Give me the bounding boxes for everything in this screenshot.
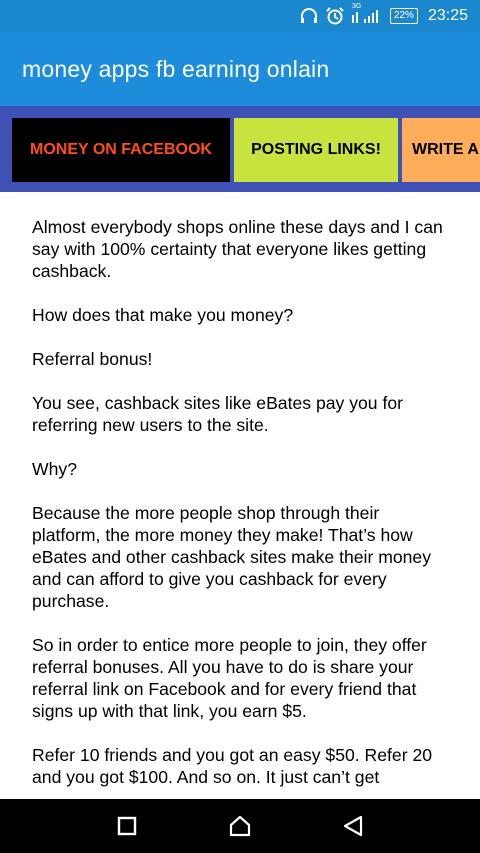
recents-square-icon[interactable] bbox=[103, 802, 151, 850]
home-icon[interactable] bbox=[216, 802, 264, 850]
article-content[interactable]: Almost everybody shops online these days… bbox=[0, 192, 480, 799]
tab-money-on-facebook[interactable]: MONEY ON FACEBOOK bbox=[12, 118, 230, 182]
app-title: money apps fb earning onlain bbox=[22, 55, 330, 82]
tab-strip: MONEY ON FACEBOOK POSTING LINKS! WRITE A bbox=[0, 106, 480, 192]
status-bar: 3G 22% 23:25 bbox=[0, 0, 480, 32]
back-triangle-icon[interactable] bbox=[329, 802, 377, 850]
article-paragraph: Because the more people shop through the… bbox=[32, 503, 432, 611]
battery-icon: 22% bbox=[389, 8, 418, 24]
navigation-bar bbox=[0, 799, 480, 853]
article-paragraph: You see, cashback sites like eBates pay … bbox=[32, 393, 403, 435]
article-paragraph: Referral bonus! bbox=[32, 349, 153, 369]
alarm-icon bbox=[326, 7, 344, 25]
article-paragraph: Refer 10 friends and you got an easy $50… bbox=[32, 745, 433, 787]
tab-write-a[interactable]: WRITE A bbox=[402, 118, 480, 182]
status-time: 23:25 bbox=[427, 7, 468, 24]
tab-label: WRITE A bbox=[412, 141, 479, 158]
article-paragraph: Almost everybody shops online these days… bbox=[32, 217, 443, 281]
app-bar: money apps fb earning onlain bbox=[0, 32, 480, 106]
network-type-label: 3G bbox=[351, 3, 362, 10]
article-paragraph: Why? bbox=[32, 459, 77, 479]
tab-label: MONEY ON FACEBOOK bbox=[30, 141, 212, 158]
signal-icon: 3G bbox=[351, 3, 382, 23]
article-paragraph: So in order to entice more people to joi… bbox=[32, 635, 427, 721]
article-paragraph: How does that make you money? bbox=[32, 305, 294, 325]
headset-icon bbox=[300, 8, 318, 24]
tab-label: POSTING LINKS! bbox=[251, 141, 381, 158]
battery-level: 22% bbox=[393, 10, 414, 21]
tab-posting-links[interactable]: POSTING LINKS! bbox=[234, 118, 398, 182]
